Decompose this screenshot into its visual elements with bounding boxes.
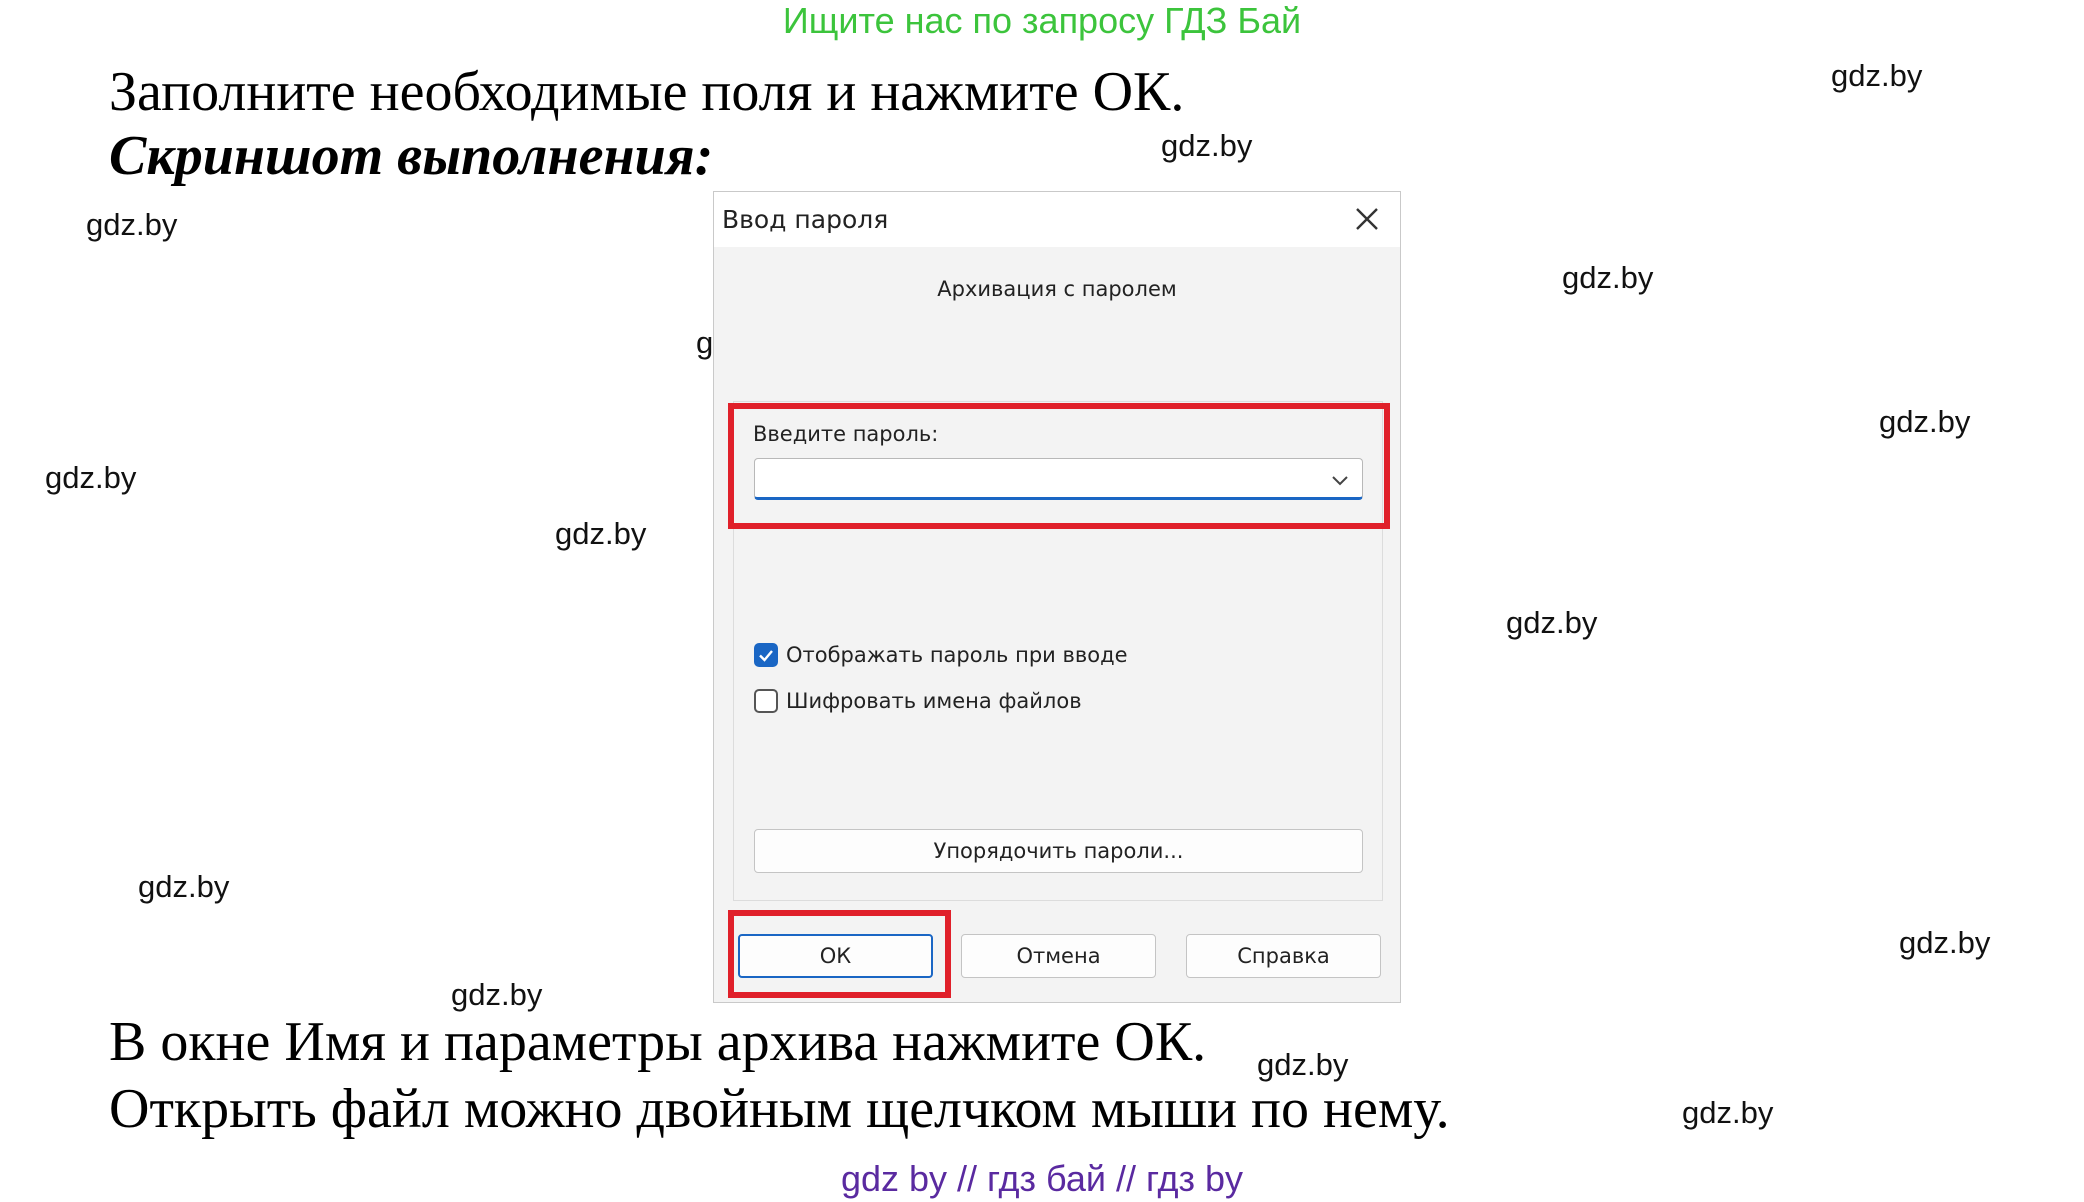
encrypt-names-option[interactable]: Шифровать имена файлов	[754, 689, 1082, 713]
encrypt-names-label: Шифровать имена файлов	[786, 689, 1082, 713]
encrypt-names-checkbox[interactable]	[754, 689, 778, 713]
watermark: gdz.by	[1562, 260, 1654, 295]
show-password-option[interactable]: Отображать пароль при вводе	[754, 643, 1128, 667]
instruction-bottom-1: В окне Имя и параметры архива нажмите ОК…	[109, 1011, 1207, 1073]
organize-passwords-button[interactable]: Упорядочить пароли...	[754, 829, 1363, 873]
watermark: gdz.by	[555, 516, 647, 551]
chevron-down-icon[interactable]	[1328, 468, 1352, 492]
watermark: gdz.by	[1899, 925, 1991, 960]
help-button[interactable]: Справка	[1186, 934, 1381, 978]
checkmark-icon	[759, 650, 773, 662]
watermark: gdz.by	[1831, 58, 1923, 93]
password-input[interactable]	[754, 458, 1363, 500]
dialog-subtitle: Архивация с паролем	[937, 277, 1177, 301]
close-icon	[1356, 208, 1378, 230]
search-banner: Ищите нас по запросу ГДЗ Бай	[782, 0, 1302, 41]
footer-links: gdz by // гдз бай // гдз by	[840, 1158, 1244, 1199]
ok-button[interactable]: ОК	[738, 934, 933, 978]
cancel-button[interactable]: Отмена	[961, 934, 1156, 978]
show-password-label: Отображать пароль при вводе	[786, 643, 1128, 667]
watermark: gdz.by	[1506, 605, 1598, 640]
password-label: Введите пароль:	[753, 422, 939, 446]
watermark: gdz.by	[1879, 404, 1971, 439]
watermark: gdz.by	[86, 207, 178, 242]
watermark: gdz.by	[451, 977, 543, 1012]
dialog-titlebar[interactable]: Ввод пароля	[714, 192, 1400, 247]
watermark: gdz.by	[1682, 1095, 1774, 1130]
watermark: gdz.by	[45, 460, 137, 495]
password-dialog: Ввод пароля Архивация с паролем Введите …	[713, 191, 1401, 1003]
screenshot-caption: Скриншот выполнения:	[109, 125, 714, 187]
instruction-top: Заполните необходимые поля и нажмите ОК.	[109, 61, 1185, 123]
watermark: gdz.by	[1161, 128, 1253, 163]
show-password-checkbox[interactable]	[754, 643, 778, 667]
instruction-bottom-2: Открыть файл можно двойным щелчком мыши …	[109, 1078, 1450, 1140]
watermark: gdz.by	[138, 869, 230, 904]
dialog-title: Ввод пароля	[722, 205, 889, 234]
close-button[interactable]	[1344, 196, 1390, 242]
